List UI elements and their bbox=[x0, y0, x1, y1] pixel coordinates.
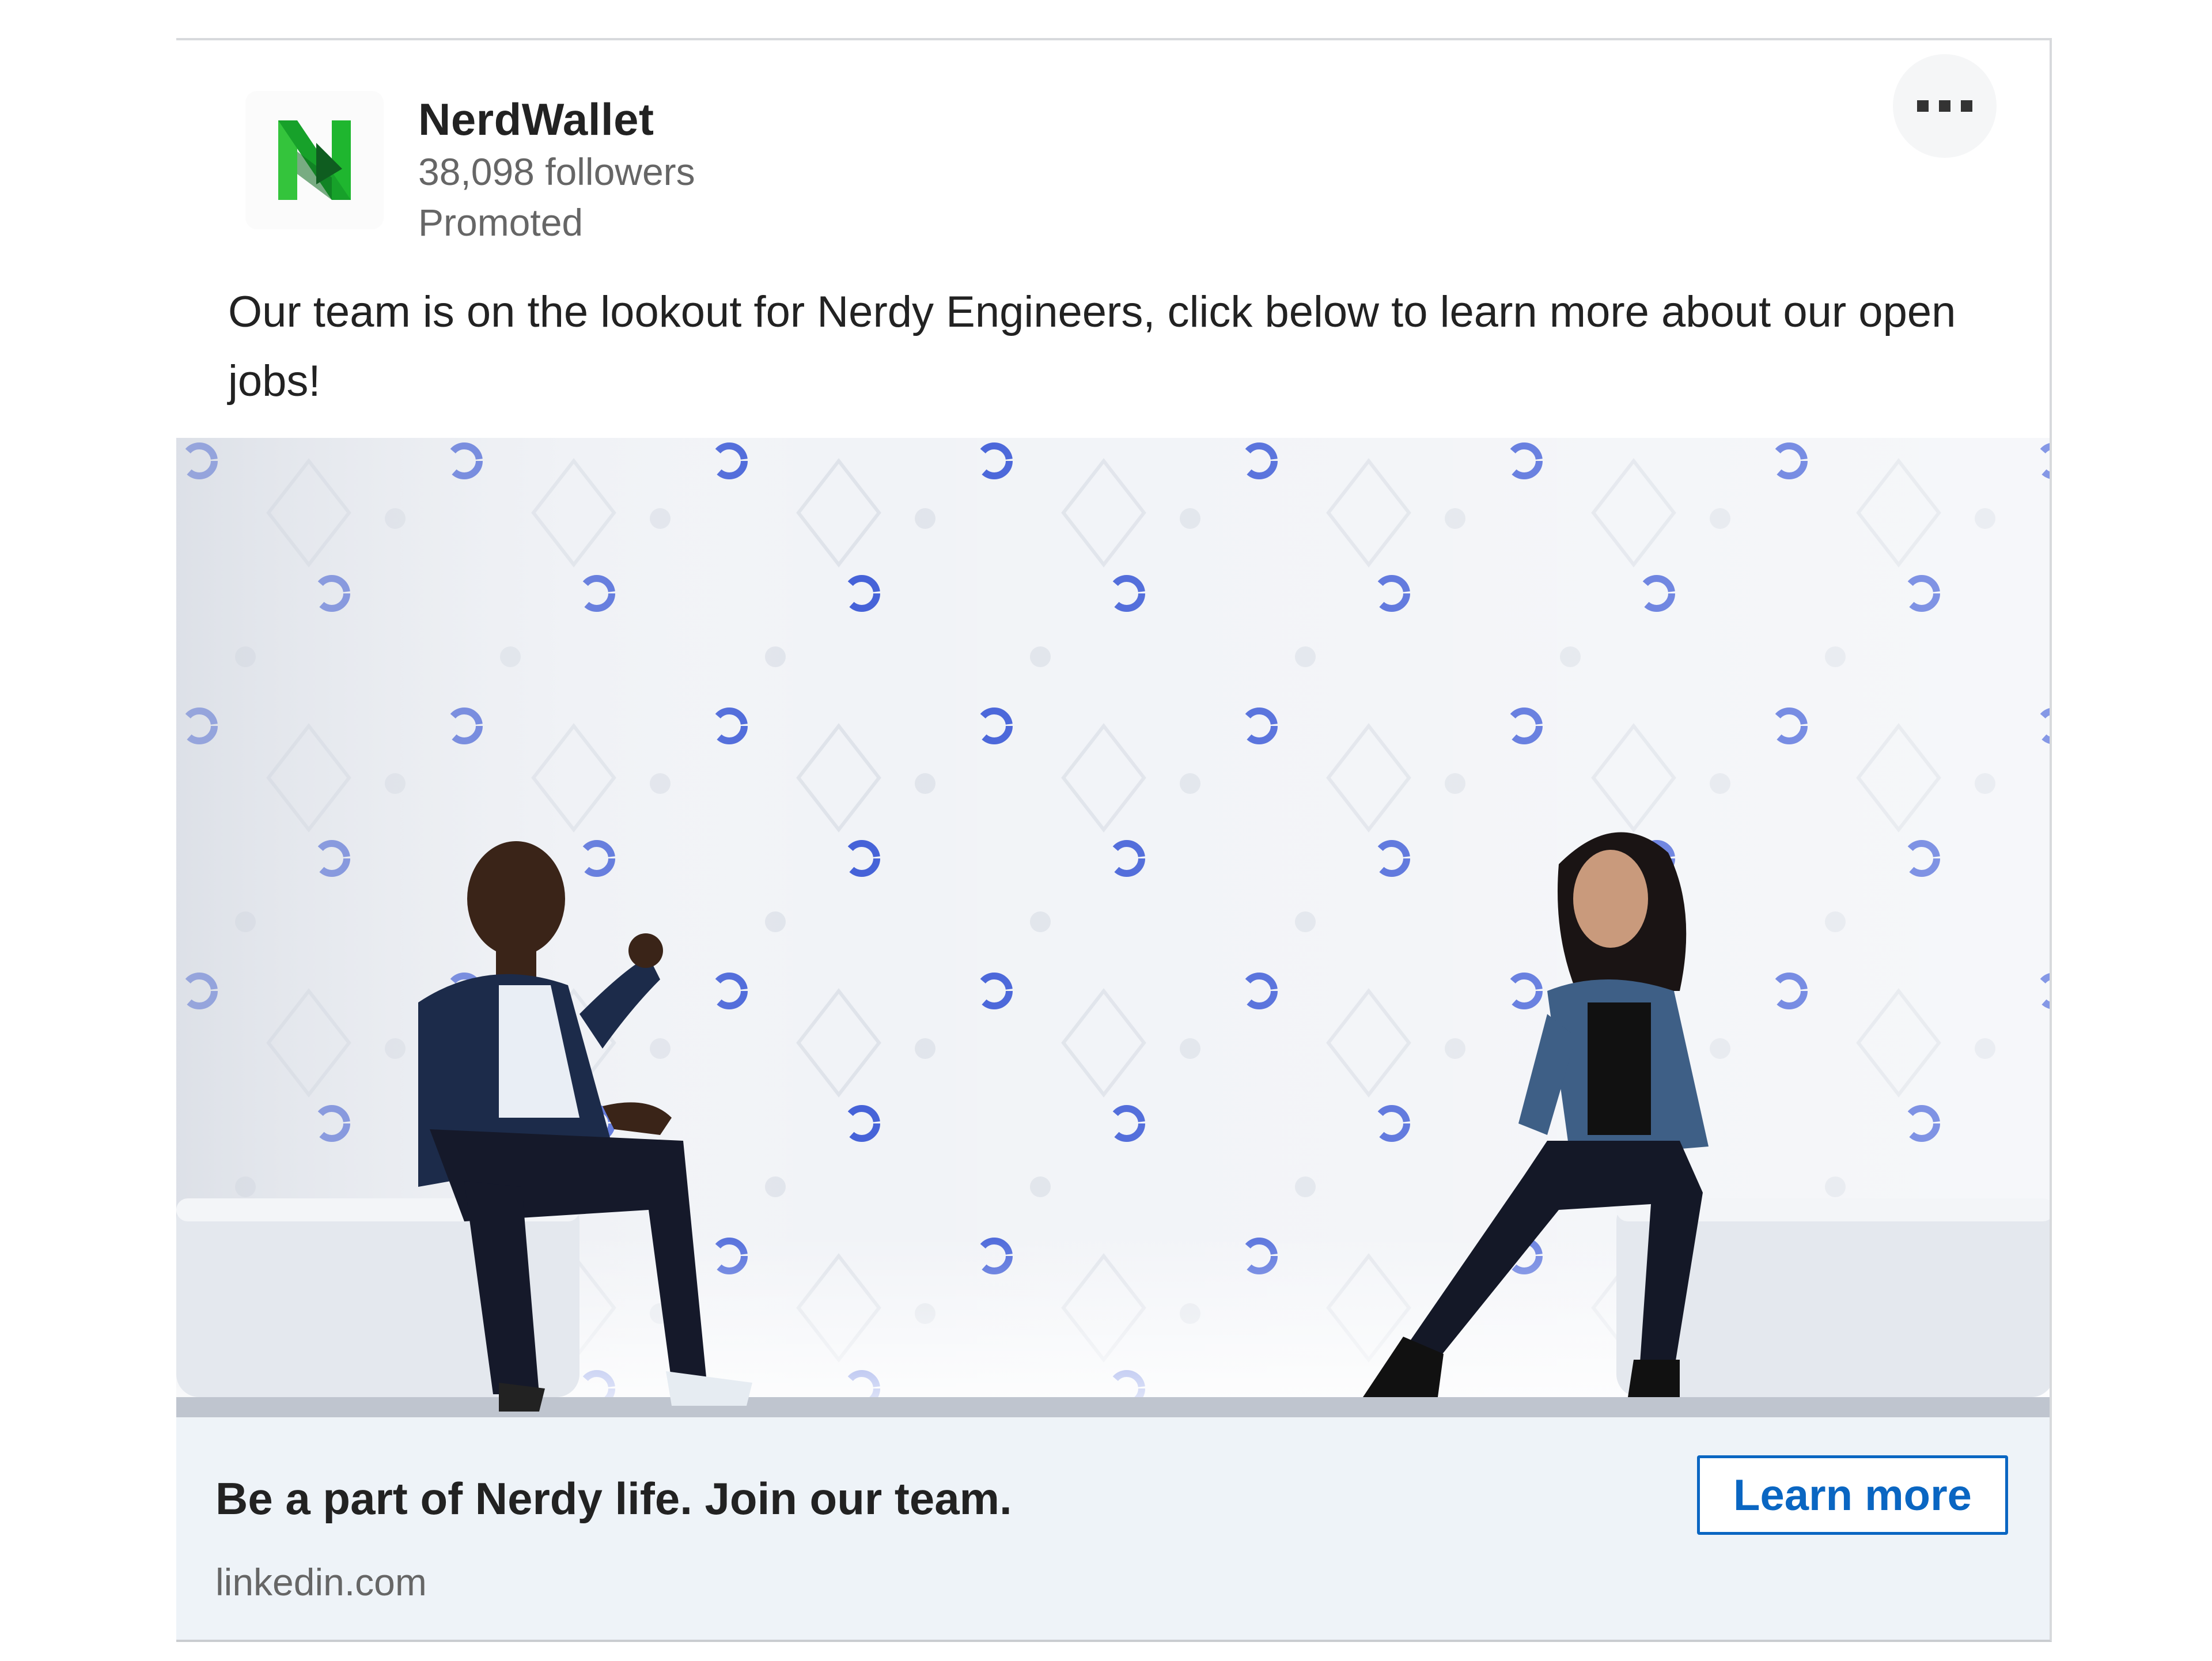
company-logo[interactable] bbox=[245, 91, 384, 229]
sponsored-post-card: NerdWallet 38,098 followers Promoted Our… bbox=[176, 38, 2052, 1642]
post-image[interactable] bbox=[176, 438, 2050, 1417]
cta-domain: linkedin.com bbox=[215, 1561, 427, 1603]
nerdwallet-logo-icon bbox=[278, 120, 351, 200]
more-icon-dot bbox=[1917, 100, 1929, 112]
learn-more-button[interactable]: Learn more bbox=[1697, 1455, 2008, 1535]
follower-count: 38,098 followers bbox=[418, 150, 695, 193]
more-options-button[interactable] bbox=[1893, 54, 1997, 158]
promoted-label: Promoted bbox=[418, 201, 584, 244]
more-icon-dot bbox=[1961, 100, 1972, 112]
more-icon-dot bbox=[1939, 100, 1950, 112]
company-name[interactable]: NerdWallet bbox=[418, 93, 654, 146]
cta-footer: Be a part of Nerdy life. Join our team. … bbox=[176, 1417, 2050, 1640]
cta-headline[interactable]: Be a part of Nerdy life. Join our team. bbox=[215, 1473, 1012, 1525]
post-commentary: Our team is on the lookout for Nerdy Eng… bbox=[228, 287, 1956, 406]
photo-two-people-talking-icon bbox=[176, 438, 2050, 1417]
